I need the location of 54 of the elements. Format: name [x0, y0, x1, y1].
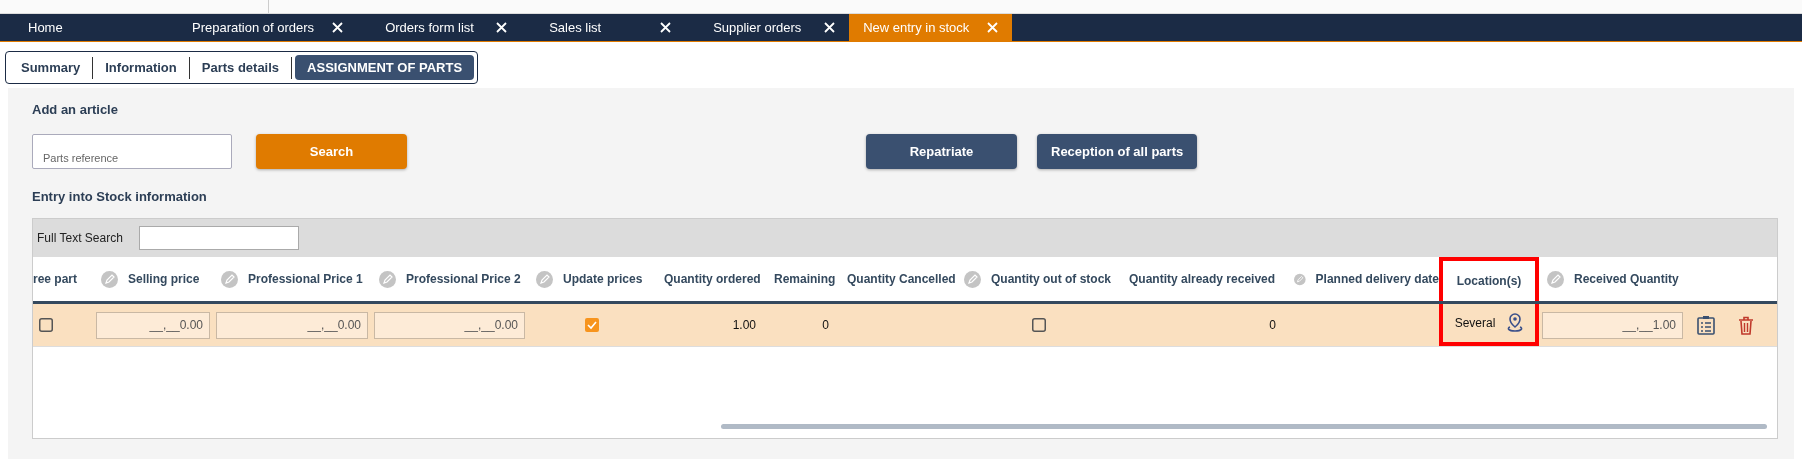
tab[interactable]: Preparation of orders: [164, 14, 358, 41]
section-tab[interactable]: ASSIGNMENT OF PARTS: [295, 55, 475, 80]
search-field[interactable]: [138, 226, 299, 250]
column-header[interactable]: Update prices: [563, 272, 643, 286]
pencil-icon[interactable]: [1547, 270, 1564, 288]
price-field[interactable]: __,__0.00: [96, 311, 210, 339]
tab[interactable]: Sales list: [521, 14, 686, 41]
column-header[interactable]: Selling price: [128, 272, 200, 286]
column-header[interactable]: Professional Price 1: [248, 272, 363, 286]
section-title: Add an article: [32, 102, 119, 117]
close-icon[interactable]: [660, 22, 672, 33]
pencil-icon[interactable]: [964, 270, 981, 288]
action-button[interactable]: Reception of all parts: [1037, 134, 1198, 169]
pencil-icon[interactable]: [379, 270, 396, 288]
delete-icon[interactable]: [1738, 315, 1754, 335]
search-label: Full Text Search: [37, 231, 123, 245]
price-field[interactable]: __,__1.00: [1542, 311, 1683, 339]
price-field[interactable]: __,__0.00: [374, 311, 525, 339]
location-pin-icon[interactable]: [1507, 313, 1524, 333]
checkbox[interactable]: [1031, 318, 1046, 332]
pencil-icon[interactable]: [101, 270, 118, 288]
location-text: Several: [1454, 316, 1496, 330]
close-icon[interactable]: [496, 22, 508, 33]
pencil-icon[interactable]: [536, 270, 553, 288]
price-field[interactable]: __,__0.00: [216, 311, 368, 339]
column-header[interactable]: ree part: [33, 272, 78, 286]
column-header[interactable]: Remaining: [774, 272, 836, 286]
table-cell: 0: [1269, 318, 1276, 332]
scrollbar[interactable]: [721, 424, 1767, 429]
section-title: Entry into Stock information: [32, 189, 208, 204]
list-icon[interactable]: [1697, 315, 1715, 335]
checkbox[interactable]: [39, 318, 53, 332]
column-header[interactable]: Planned delivery date: [1315, 272, 1439, 286]
column-header[interactable]: Quantity Cancelled: [847, 272, 956, 286]
table-cell: 0: [822, 318, 829, 332]
column-header[interactable]: Quantity already received: [1129, 272, 1276, 286]
checkbox[interactable]: [585, 318, 599, 332]
table-row[interactable]: __,__0.00 __,__0.00 __,__0.00 1.00 0 0 Several __,__1.00: [33, 304, 1777, 347]
reference-field[interactable]: Parts reference: [32, 134, 232, 169]
section-tab[interactable]: Information: [93, 55, 189, 80]
column-header[interactable]: Quantity ordered: [664, 272, 761, 286]
section-tab[interactable]: Summary: [9, 55, 93, 80]
tab[interactable]: Home: [0, 14, 164, 41]
table-cell: 1.00: [732, 318, 756, 332]
close-icon[interactable]: [332, 22, 344, 33]
section-tab[interactable]: Parts details: [189, 55, 292, 80]
column-header[interactable]: Quantity out of stock: [991, 272, 1111, 286]
close-icon[interactable]: [824, 22, 836, 33]
column-header[interactable]: Received Quantity: [1574, 272, 1679, 286]
column-header[interactable]: Professional Price 2: [406, 272, 521, 286]
action-button[interactable]: Repatriate: [866, 134, 1017, 169]
tab[interactable]: Orders form list: [357, 14, 522, 41]
tab[interactable]: Supplier orders: [685, 14, 850, 41]
pencil-icon[interactable]: [221, 270, 238, 288]
